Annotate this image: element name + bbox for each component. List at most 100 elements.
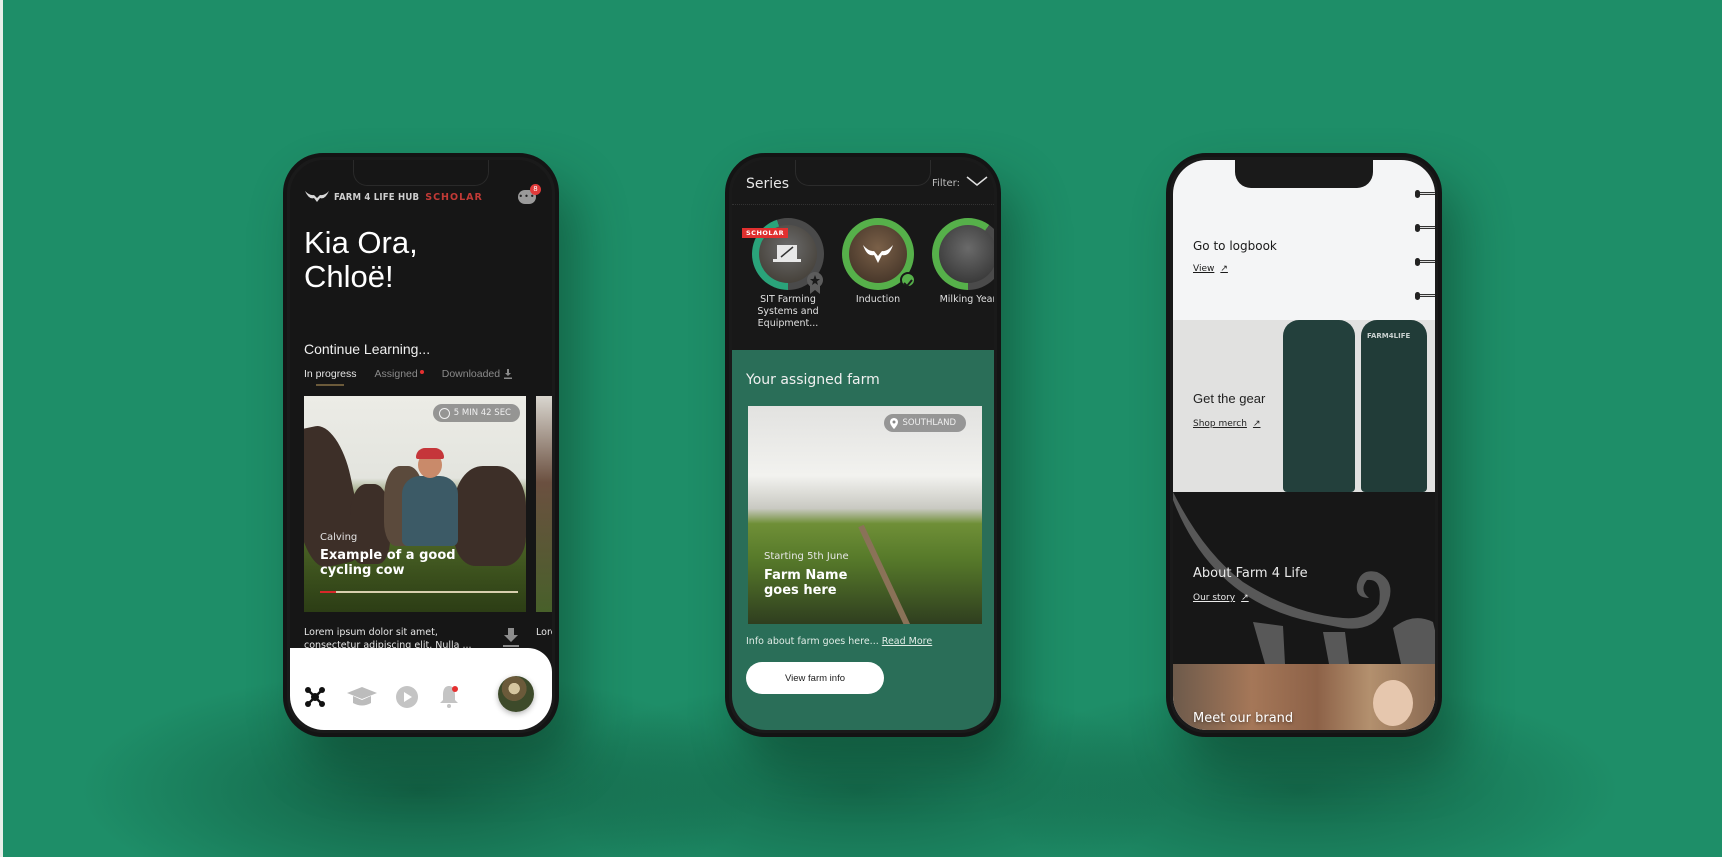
farm-start-date: Starting 5th June (764, 551, 849, 562)
lesson-card[interactable]: 5 MIN 42 SEC Calving Example of a good c… (304, 396, 526, 612)
series-progress-ring (842, 218, 916, 290)
arrow-up-right-icon: ↗ (1252, 419, 1261, 429)
series-label: Induction (855, 294, 901, 305)
link-text: Shop merch (1193, 419, 1247, 429)
image-edge (0, 0, 3, 857)
notebook-rings (1415, 190, 1435, 310)
bell-icon (440, 686, 458, 708)
brand-title: Meet our brand (1193, 711, 1294, 726)
tab-label: Downloaded (441, 368, 501, 380)
play-circle-icon (396, 686, 418, 708)
link-text: View (1193, 264, 1215, 274)
learning-tabs: In progress Assigned Downloaded (304, 368, 513, 386)
overall-back-image (1361, 320, 1427, 492)
farm-info-text: Info about farm goes here... (746, 636, 879, 647)
brand-name: FARM 4 LIFE HUB (334, 191, 420, 203)
nav-videos[interactable] (394, 684, 420, 710)
chevron-down-icon (966, 176, 988, 186)
phone-series-screen: Series Filter: SCHOLAR SIT Farming Syste… (725, 153, 1001, 737)
logbook-title: Go to logbook (1193, 239, 1277, 253)
series-item[interactable]: SCHOLAR SIT Farming Systems and Equipmen… (742, 218, 834, 330)
filter-label: Filter: (932, 178, 960, 189)
arrow-up-right-icon: ↗ (1241, 593, 1249, 603)
link-text: Our story (1193, 593, 1236, 603)
farm-photo[interactable]: SOUTHLAND Starting 5th June Farm Name go… (748, 406, 982, 624)
bottom-navigation (290, 648, 552, 730)
series-thumbnail (939, 225, 994, 283)
series-thumbnail (849, 225, 907, 283)
avatar[interactable] (498, 676, 534, 712)
chat-button[interactable]: ••• 8 (516, 184, 541, 206)
assigned-farm-panel: Your assigned farm SOUTHLAND Starting 5t… (732, 350, 994, 730)
view-farm-info-button[interactable]: View farm info (746, 662, 884, 694)
tab-assigned[interactable]: Assigned (375, 368, 424, 386)
logbook-view-link[interactable]: View ↗ (1193, 264, 1228, 274)
series-progress-ring: SCHOLAR (742, 218, 824, 294)
tab-label: Assigned (374, 368, 418, 380)
notebook-ring-icon (1415, 224, 1435, 232)
shop-merch-link[interactable]: Shop merch ↗ (1193, 419, 1261, 429)
brand-panel[interactable]: Meet our brand (1173, 664, 1435, 730)
phone-home-screen: FARM 4 LIFE HUB SCHOLAR ••• 8 Kia Ora, C… (283, 153, 559, 737)
download-icon (504, 369, 513, 379)
series-label: SIT Farming Systems and Equipment... (757, 294, 819, 329)
lesson-progress-bar (320, 591, 518, 593)
bull-horns-icon (304, 189, 330, 205)
filter-dropdown[interactable] (966, 174, 988, 188)
duration-pill: 5 MIN 42 SEC (432, 404, 520, 422)
app-header: FARM 4 LIFE HUB SCHOLAR ••• 8 (304, 184, 541, 208)
download-button[interactable] (503, 628, 519, 648)
series-screen: Series Filter: SCHOLAR SIT Farming Syste… (732, 160, 994, 730)
assigned-farm-title: Your assigned farm (746, 372, 880, 388)
series-label: Milking Year (939, 294, 994, 305)
gear-title: Get the gear (1193, 391, 1266, 406)
home-screen: FARM 4 LIFE HUB SCHOLAR ••• 8 Kia Ora, C… (290, 160, 552, 730)
nav-notifications[interactable] (436, 684, 462, 710)
chat-badge: 8 (530, 184, 541, 195)
network-hub-icon (305, 687, 325, 707)
duration-text: 5 MIN 42 SEC (453, 408, 511, 418)
continue-learning-title: Continue Learning... (304, 341, 431, 357)
tab-label: In progress (304, 368, 357, 380)
tab-downloaded[interactable]: Downloaded (441, 368, 513, 386)
notebook-ring-icon (1415, 258, 1435, 266)
phone-more-screen: Go to logbook View ↗ FARM4LIFE Get the g… (1166, 153, 1442, 737)
shirt-print: FARM4LIFE (1367, 332, 1411, 340)
series-item[interactable]: Induction (832, 218, 924, 306)
notification-dot (419, 369, 424, 374)
about-panel: About Farm 4 Life Our story ↗ (1173, 492, 1435, 664)
check-icon (900, 272, 916, 288)
location-pin-icon (890, 417, 899, 429)
arrow-up-right-icon: ↗ (1220, 264, 1228, 274)
farm-name: Farm Name goes here (764, 568, 848, 598)
next-lesson-card[interactable] (536, 396, 552, 612)
notebook-ring-icon (1415, 190, 1435, 198)
farm-info: Info about farm goes here... Read More (746, 636, 932, 647)
read-more-link[interactable]: Read More (882, 636, 932, 647)
series-item[interactable]: Milking Year (922, 218, 994, 306)
farmer-cap (416, 448, 444, 459)
greeting: Kia Ora, Chloë! (304, 226, 418, 294)
lesson-title: Example of a good cycling cow (320, 548, 456, 578)
scholar-tag: SCHOLAR (742, 228, 789, 238)
phone-notch (1235, 160, 1373, 188)
scholar-tier-label: SCHOLAR (425, 191, 483, 203)
phone-notch (795, 160, 931, 186)
series-progress-ring (932, 218, 994, 290)
series-title: Series (746, 176, 790, 192)
greeting-line-1: Kia Ora, (304, 225, 418, 260)
nav-learn[interactable] (345, 684, 379, 710)
about-title: About Farm 4 Life (1193, 566, 1308, 581)
tab-in-progress[interactable]: In progress (304, 368, 357, 386)
divider (732, 204, 994, 205)
overall-front-image (1283, 320, 1355, 492)
greeting-line-2: Chloë! (304, 259, 394, 294)
graduation-cap-icon (347, 687, 377, 706)
farmer-image (402, 476, 458, 546)
our-story-link[interactable]: Our story ↗ (1193, 593, 1249, 603)
nav-hub[interactable] (302, 684, 328, 710)
location-pill: SOUTHLAND (884, 414, 966, 432)
download-icon (503, 628, 519, 647)
person-image (1373, 680, 1413, 726)
phone-notch (353, 160, 489, 186)
